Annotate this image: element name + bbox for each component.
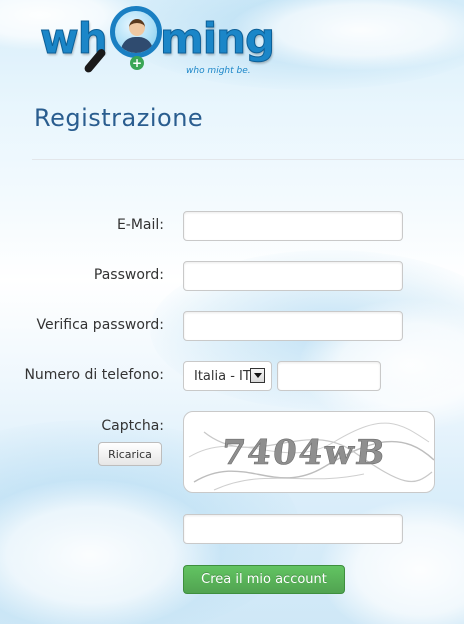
- country-select-value: Italia - IT: [194, 369, 251, 384]
- email-label: E-Mail:: [116, 217, 164, 233]
- verify-password-input[interactable]: [183, 311, 403, 341]
- person-head: [129, 19, 145, 36]
- email-input[interactable]: [183, 211, 403, 241]
- page-title: Registrazione: [34, 104, 204, 132]
- whooming-logo[interactable]: wh + ming who might be.: [38, 4, 276, 82]
- country-select[interactable]: Italia - IT: [183, 361, 272, 391]
- plus-icon: +: [130, 56, 144, 70]
- captcha-label: Captcha:: [101, 418, 164, 434]
- password-label: Password:: [93, 267, 164, 283]
- captcha-text: 7404wB: [220, 433, 389, 473]
- create-account-button[interactable]: Crea il mio account: [183, 565, 345, 594]
- reload-captcha-button[interactable]: Ricarica: [98, 442, 162, 466]
- captcha-input[interactable]: [183, 514, 403, 544]
- password-input[interactable]: [183, 261, 403, 291]
- cloud-decoration: [0, 480, 220, 624]
- logo-tagline: who might be.: [186, 66, 251, 76]
- person-body: [121, 37, 153, 53]
- phone-input[interactable]: [277, 361, 381, 391]
- chevron-down-icon[interactable]: [250, 368, 265, 383]
- title-divider: [32, 159, 464, 160]
- magnifier-icon: [110, 6, 162, 58]
- logo-text-right: ming: [159, 14, 275, 64]
- captcha-image: 7404wB: [183, 411, 435, 493]
- registration-page: wh + ming who might be. Registrazione E-…: [0, 0, 464, 624]
- phone-label: Numero di telefono:: [24, 367, 164, 383]
- captcha-graphic: 7404wB: [188, 422, 434, 491]
- verify-password-label: Verifica password:: [36, 317, 164, 333]
